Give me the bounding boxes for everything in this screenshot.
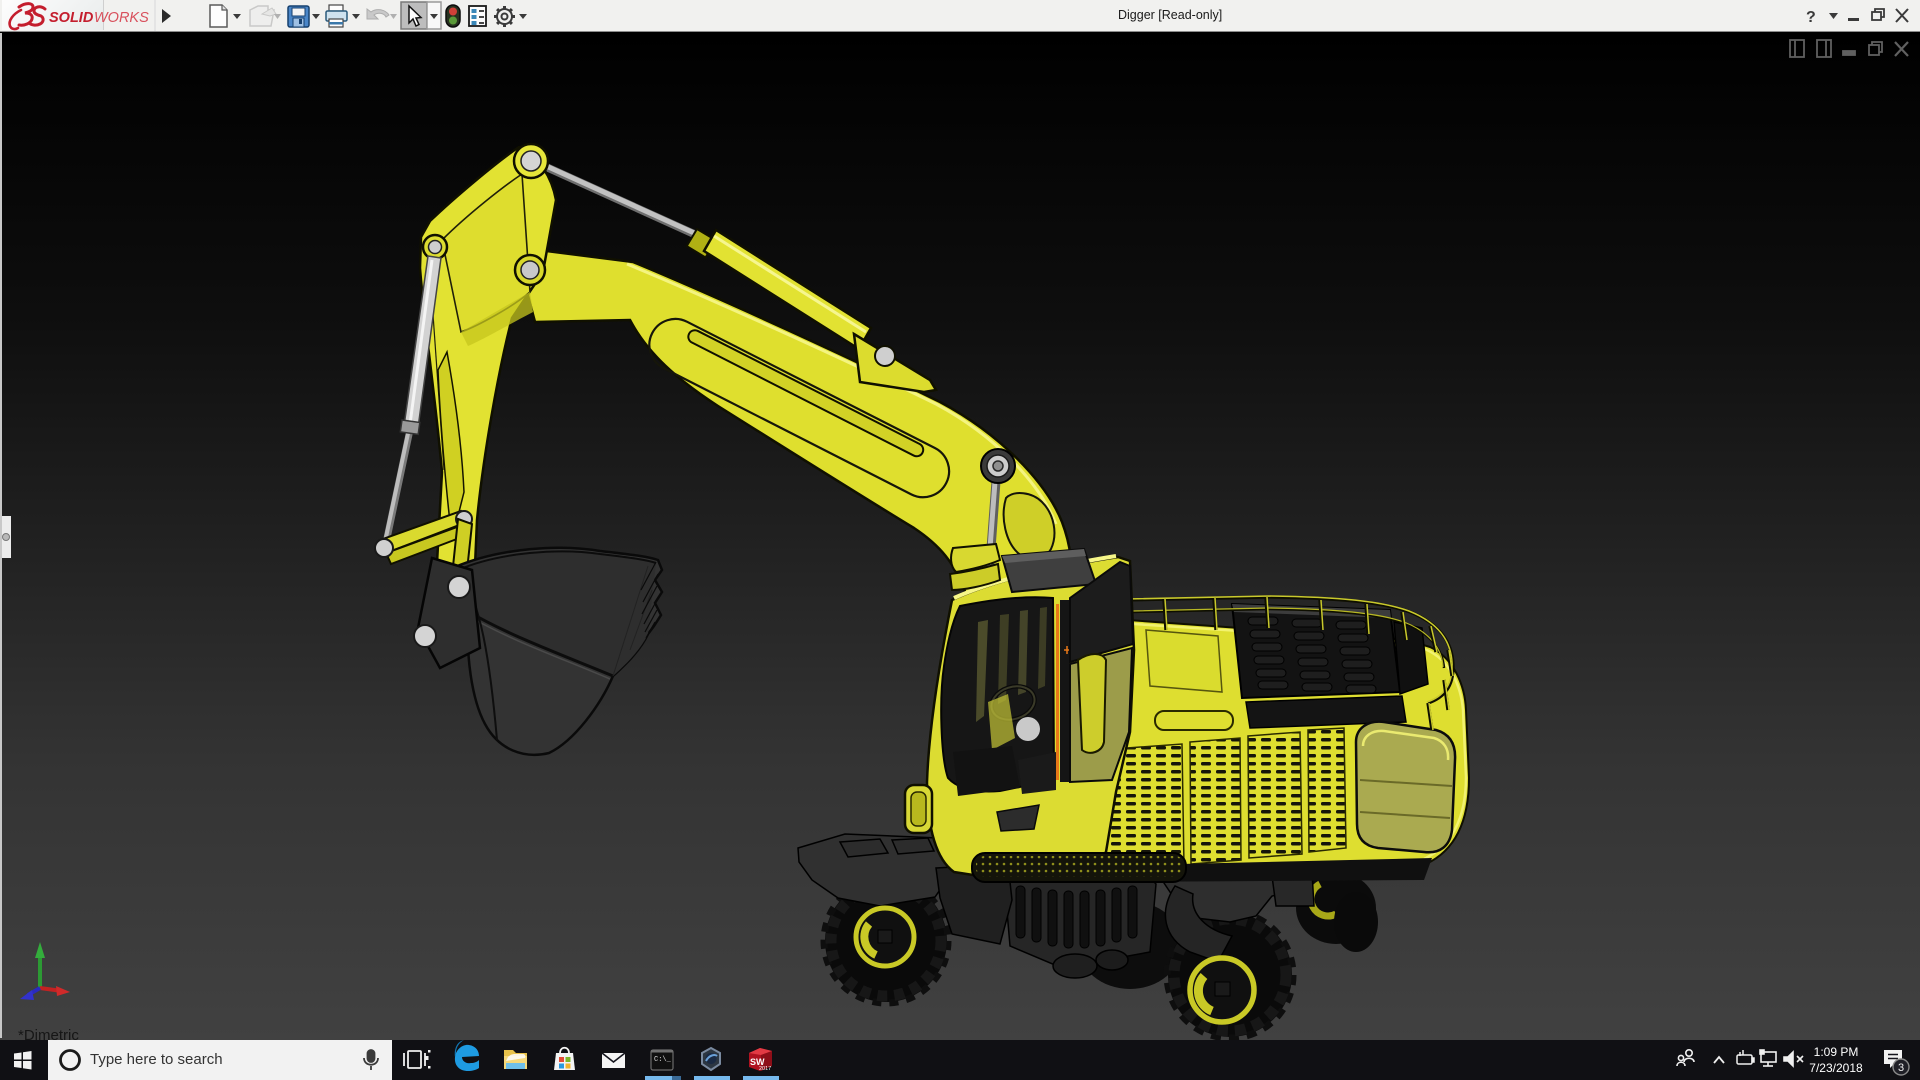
- svg-text:3: 3: [1898, 1062, 1904, 1074]
- svg-text:2017: 2017: [759, 1066, 771, 1072]
- svg-text:C:\_: C:\_: [654, 1056, 672, 1064]
